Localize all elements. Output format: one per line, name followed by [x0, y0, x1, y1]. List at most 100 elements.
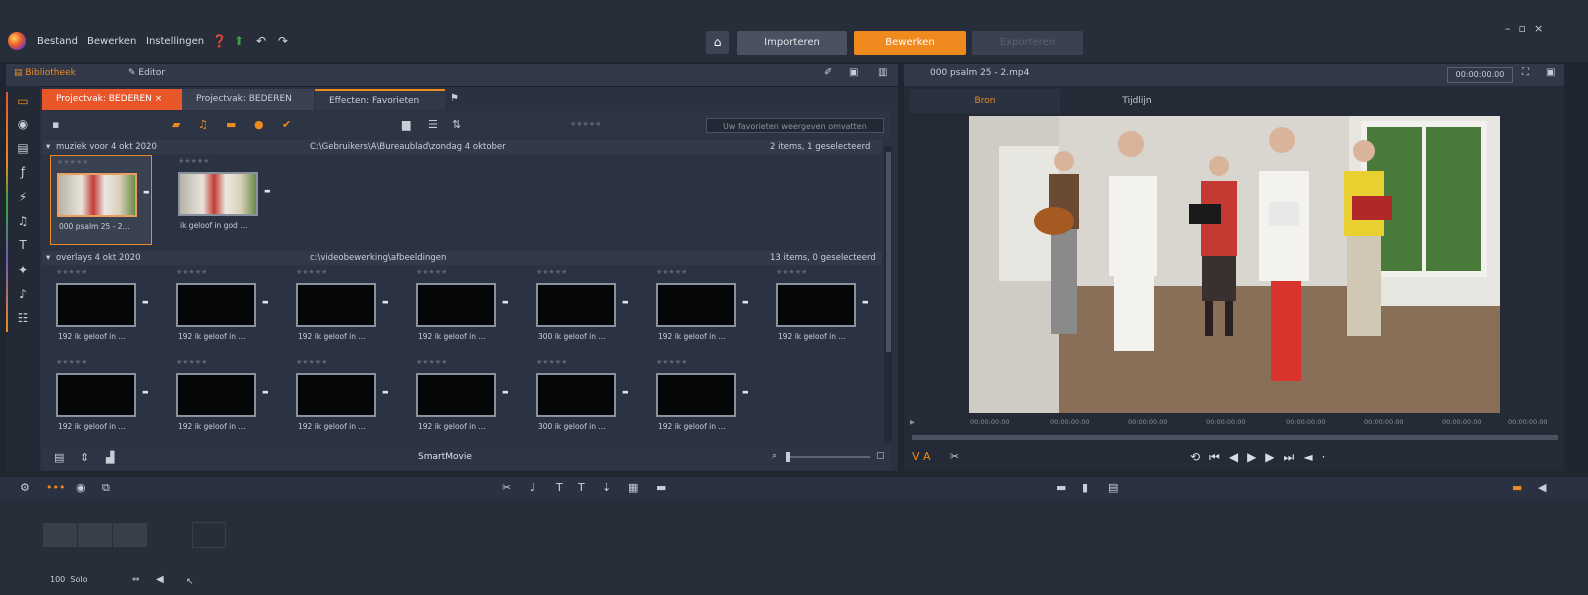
help-icon[interactable]: ❓: [212, 34, 227, 48]
tab-library[interactable]: ▤ Bibliotheek: [14, 68, 76, 78]
rating-stars[interactable]: ★★★★★: [296, 358, 327, 366]
layout-icon[interactable]: ▥: [878, 67, 887, 78]
thumbnail[interactable]: [57, 173, 137, 217]
media-item[interactable]: ★★★★★ ▬ 192 ik geloof in ...: [776, 268, 869, 348]
track-icon[interactable]: ▬: [1512, 481, 1522, 494]
filter-image-icon[interactable]: ▬: [226, 118, 236, 131]
export-mode-button[interactable]: Exporteren: [972, 31, 1083, 55]
rating-stars[interactable]: ★★★★★: [416, 268, 447, 276]
timeline-zoom[interactable]: 100 Solo: [50, 575, 87, 584]
timeline-area[interactable]: [0, 499, 1588, 595]
link-icon[interactable]: ⇔: [132, 575, 140, 585]
settings-icon[interactable]: ⚙: [20, 481, 30, 494]
window-icon[interactable]: ▣: [849, 67, 858, 78]
thumbnail[interactable]: [536, 283, 616, 327]
media-item[interactable]: ★★★★★ ▬ 192 ik geloof in ...: [296, 268, 389, 348]
media-item[interactable]: ★★★★★ ▬ 192 ik geloof in ...: [176, 268, 269, 348]
filter-check-icon[interactable]: ✔: [282, 118, 291, 131]
thumbnail[interactable]: [296, 283, 376, 327]
tab-source[interactable]: Bron: [910, 89, 1060, 113]
filter-audio-icon[interactable]: ♫: [198, 118, 208, 131]
rating-stars[interactable]: ★★★★★: [416, 358, 447, 366]
timeline-track-cell[interactable]: [113, 523, 147, 547]
cut-icon[interactable]: ✂: [950, 450, 959, 463]
rating-stars[interactable]: ★★★★★: [536, 358, 567, 366]
delete-icon[interactable]: ▮: [1082, 481, 1088, 494]
collapse-icon[interactable]: ▾: [46, 140, 50, 154]
grid-icon[interactable]: ▦: [628, 481, 638, 494]
split-view-icon[interactable]: ▤: [1108, 481, 1118, 494]
media-item[interactable]: ★★★★★ ▬ 192 ik geloof in ...: [296, 358, 389, 438]
scrub-bar[interactable]: [912, 435, 1558, 440]
media-item[interactable]: ★★★★★ ▬ 000 psalm 25 - 2...: [50, 155, 152, 245]
rating-stars[interactable]: ★★★★★: [57, 158, 88, 166]
mark-in-icon[interactable]: V A: [912, 450, 931, 463]
disc-icon[interactable]: ◉: [14, 117, 32, 131]
media-item[interactable]: ★★★★★ ▬ 300 ik geloof in ...: [536, 358, 629, 438]
rating-stars[interactable]: ★★★★★: [176, 358, 207, 366]
collection-icon[interactable]: ▤: [14, 141, 32, 155]
scene-icon[interactable]: ▟: [106, 451, 114, 464]
rating-stars[interactable]: ★★★★★: [776, 268, 807, 276]
cursor-icon[interactable]: ↖: [186, 577, 194, 587]
window-controls[interactable]: –▫×: [1505, 22, 1551, 35]
rating-stars[interactable]: ★★★★★: [536, 268, 567, 276]
filter-video-icon[interactable]: ▰: [172, 118, 180, 131]
rating-stars[interactable]: ★★★★★: [296, 268, 327, 276]
menu-disc-icon[interactable]: ☷: [14, 311, 32, 325]
pin-icon[interactable]: ⚑: [450, 93, 459, 104]
copy-icon[interactable]: ⧉: [102, 481, 110, 495]
zoom-out-icon[interactable]: ⌕: [772, 451, 777, 461]
transport-controls[interactable]: ⟲⏮◀▶▶⏭◄·: [1190, 450, 1334, 465]
wrench-icon[interactable]: ✐: [824, 67, 832, 78]
rating-stars[interactable]: ★★★★★: [656, 268, 687, 276]
thumbnail[interactable]: [178, 172, 258, 216]
media-item[interactable]: ★★★★★ ▬ 192 ik geloof in ...: [56, 268, 149, 348]
group-header[interactable]: ▾ muziek voor 4 okt 2020 C:\Gebruikers\A\B…: [42, 140, 882, 154]
tab-effects-favorites[interactable]: Effecten: Favorieten: [315, 89, 445, 110]
edit-mode-button[interactable]: Bewerken: [854, 31, 966, 55]
media-icon[interactable]: ▭: [14, 94, 32, 108]
time-ruler[interactable]: ▶ 00:00:00.00 00:00:00.00 00:00:00.00 00…: [910, 416, 1558, 430]
montage-icon[interactable]: ✦: [14, 263, 32, 277]
media-item[interactable]: ★★★★★ ▬ 300 ik geloof in ...: [536, 268, 629, 348]
fx-icon[interactable]: ƒ: [14, 165, 32, 179]
rating-stars[interactable]: ★★★★★: [56, 358, 87, 366]
upload-icon[interactable]: ⬆: [234, 34, 244, 48]
thumbnail[interactable]: [176, 283, 256, 327]
audio-icon[interactable]: ♩: [530, 481, 535, 494]
record-icon[interactable]: ◉: [76, 481, 86, 494]
thumbnail[interactable]: [296, 373, 376, 417]
rating-stars[interactable]: ★★★★★: [656, 358, 687, 366]
media-item[interactable]: ★★★★★ ▬ 192 ik geloof in ...: [656, 268, 749, 348]
scrollbar-thumb[interactable]: [886, 152, 891, 352]
music-icon[interactable]: ♫: [14, 214, 32, 228]
filter-project-icon[interactable]: ●: [254, 118, 264, 131]
thumbnail[interactable]: [56, 283, 136, 327]
marker-icon[interactable]: ⇣: [602, 481, 611, 494]
thumbnail[interactable]: [656, 373, 736, 417]
group-header[interactable]: ▾ overlays 4 okt 2020 c:\videobewerking\af…: [42, 251, 882, 265]
media-icon[interactable]: ▬: [656, 481, 666, 494]
menu-edit[interactable]: Bewerken: [87, 36, 136, 47]
tab-project-1[interactable]: Projectvak: BEDEREN ×: [42, 89, 182, 110]
import-mode-button[interactable]: Importeren: [737, 31, 847, 55]
home-button[interactable]: ⌂: [706, 31, 729, 54]
thumbnail[interactable]: [416, 283, 496, 327]
timeline-track-cell[interactable]: [43, 523, 77, 547]
rating-stars[interactable]: ★★★★★: [176, 268, 207, 276]
thumbnail[interactable]: [56, 373, 136, 417]
rating-stars[interactable]: ★★★★★: [56, 268, 87, 276]
media-item[interactable]: ★★★★★ ▬ 192 ik geloof in ...: [416, 268, 509, 348]
title-icon[interactable]: T: [14, 238, 32, 252]
transition-icon[interactable]: ⚡: [14, 190, 32, 204]
detach-icon[interactable]: ▣: [1546, 67, 1555, 78]
video-preview[interactable]: [969, 116, 1500, 413]
undo-icon[interactable]: ↶: [256, 34, 266, 48]
media-item[interactable]: ★★★★★ ▬ 192 ik geloof in ...: [656, 358, 749, 438]
collapse-icon[interactable]: ▾: [46, 251, 50, 265]
redo-icon[interactable]: ↷: [278, 34, 288, 48]
thumbnail[interactable]: [416, 373, 496, 417]
media-item[interactable]: ★★★★★ ▬ 192 ik geloof in ...: [56, 358, 149, 438]
thumbnail[interactable]: [536, 373, 616, 417]
